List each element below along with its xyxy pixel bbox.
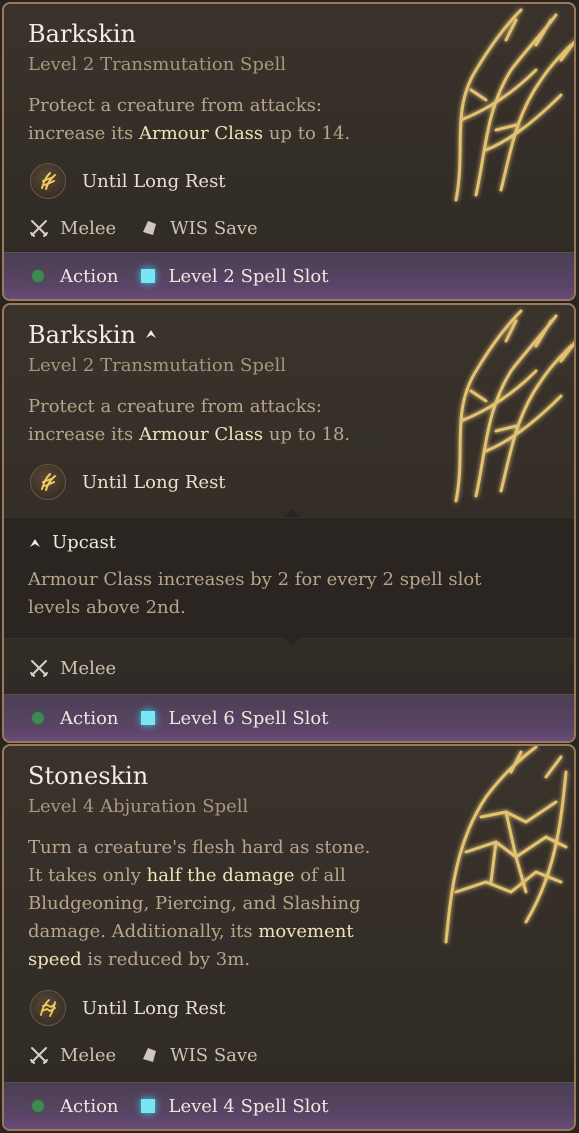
spell-title: Barkskin	[28, 321, 136, 349]
spell-tooltip-barkskin-upcast: Barkskin Level 2 Transmutation Spell Pro…	[2, 303, 576, 743]
stoneskin-art-icon	[444, 746, 568, 944]
properties-row: Melee WIS Save	[28, 217, 258, 239]
spell-slot-icon	[140, 711, 155, 725]
cost-bar: Action Level 4 Spell Slot	[4, 1082, 574, 1129]
spell-slot-icon	[140, 1099, 155, 1113]
action-icon	[32, 712, 44, 724]
duration-label: Until Long Rest	[82, 997, 226, 1019]
crossed-swords-icon	[28, 217, 50, 239]
duration-label: Until Long Rest	[82, 170, 226, 192]
action-label: Action	[60, 707, 119, 729]
spell-title: Stoneskin	[28, 762, 149, 790]
crossed-swords-icon	[28, 657, 50, 679]
shield-icon	[138, 217, 160, 239]
spell-slot-label: Level 2 Spell Slot	[168, 265, 329, 287]
cost-bar: Action Level 2 Spell Slot	[4, 252, 574, 299]
save-label: WIS Save	[170, 1044, 258, 1066]
spell-slot-label: Level 6 Spell Slot	[168, 707, 329, 729]
barkskin-icon	[30, 464, 66, 500]
spell-slot-label: Level 4 Spell Slot	[168, 1095, 329, 1117]
upcast-label: Upcast	[52, 532, 116, 553]
action-label: Action	[60, 1095, 119, 1117]
spell-description: Protect a creature from attacks: increas…	[28, 396, 351, 445]
highlight-armour-class: Armour Class	[138, 424, 264, 445]
shield-icon	[138, 1044, 160, 1066]
spell-subtitle: Level 2 Transmutation Spell	[28, 355, 287, 376]
save-label: WIS Save	[170, 217, 258, 239]
upcast-description: Armour Class increases by 2 for every 2 …	[28, 569, 482, 618]
spell-description: Protect a creature from attacks: increas…	[28, 95, 351, 144]
upcast-icon	[144, 319, 158, 347]
upcast-header: Upcast	[28, 532, 116, 553]
action-label: Action	[60, 265, 119, 287]
upcast-panel: Upcast Armour Class increases by 2 for e…	[4, 517, 574, 639]
spell-subtitle: Level 4 Abjuration Spell	[28, 796, 249, 817]
spell-slot-icon	[140, 269, 155, 283]
crossed-swords-icon	[28, 1044, 50, 1066]
spell-title-row: Barkskin	[28, 321, 158, 349]
spell-tooltip-stoneskin: Stoneskin Level 4 Abjuration Spell Turn …	[2, 744, 576, 1131]
action-icon	[32, 1100, 44, 1112]
properties-row: Melee	[28, 657, 116, 679]
barkskin-icon	[30, 163, 66, 199]
cost-bar: Action Level 6 Spell Slot	[4, 694, 574, 741]
action-icon	[32, 270, 44, 282]
duration-label: Until Long Rest	[82, 471, 226, 493]
spell-tooltip-barkskin: Barkskin Level 2 Transmutation Spell Pro…	[2, 2, 576, 301]
spell-title: Barkskin	[28, 20, 136, 48]
range-label: Melee	[60, 1044, 117, 1066]
stoneskin-icon	[30, 990, 66, 1026]
barkskin-art-icon	[454, 8, 574, 202]
upcast-icon	[28, 536, 42, 550]
highlight-armour-class: Armour Class	[138, 123, 264, 144]
duration-row: Until Long Rest	[30, 988, 226, 1028]
range-label: Melee	[60, 217, 117, 239]
properties-row: Melee WIS Save	[28, 1044, 258, 1066]
range-label: Melee	[60, 657, 117, 679]
spell-description: Turn a creature's flesh hard as stone. I…	[28, 837, 371, 970]
highlight-half-damage: half the damage	[146, 865, 295, 886]
duration-row: Until Long Rest	[30, 462, 226, 502]
barkskin-art-icon	[454, 309, 574, 503]
spell-subtitle: Level 2 Transmutation Spell	[28, 54, 287, 75]
duration-row: Until Long Rest	[30, 161, 226, 201]
